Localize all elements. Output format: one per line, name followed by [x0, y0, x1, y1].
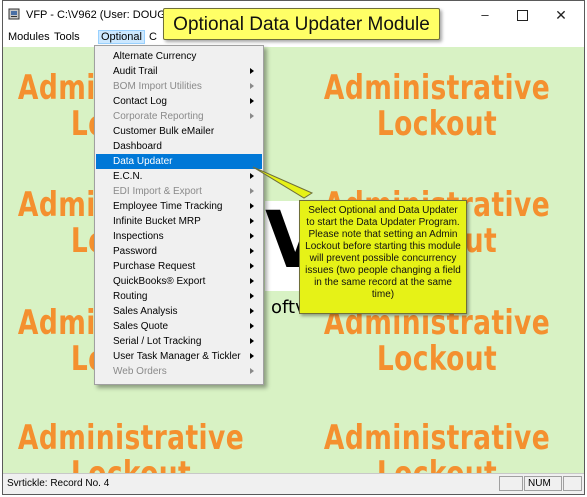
callout-arrow [252, 166, 314, 199]
callout-title: Optional Data Updater Module [163, 8, 440, 40]
callout-description: Select Optional and Data Updater to star… [299, 200, 467, 314]
